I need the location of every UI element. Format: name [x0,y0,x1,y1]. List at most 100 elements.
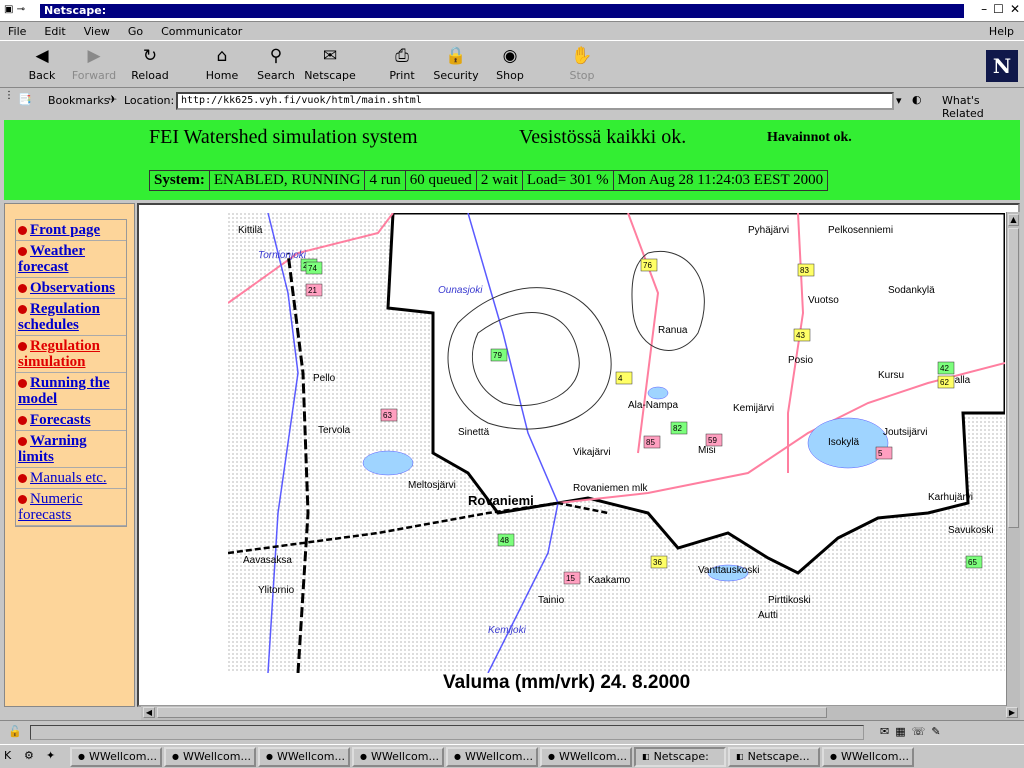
nav-link-front-page[interactable]: Front page [30,222,100,238]
station-code: 85 [646,438,655,447]
url-input[interactable]: http://kk625.vyh.fi/vuok/html/main.shtml [176,92,894,110]
station-code: 83 [800,266,809,275]
nav-link-weather-forecast[interactable]: Weather forecast [18,243,85,275]
maximize-icon[interactable]: ☐ [993,2,1004,16]
forward-arrow-icon: ▶ [87,46,101,66]
window-icon: ● [266,752,273,761]
home-button[interactable]: ⌂ Home [192,45,252,82]
system-cell: ENABLED, RUNNING [210,171,366,190]
stop-icon: ✋ [571,46,593,66]
scroll-right-icon[interactable]: ▶ [1006,707,1018,718]
menu-view[interactable]: View [84,25,110,38]
station-code: 63 [383,411,392,420]
taskbar-button[interactable]: ◧ Netscape: [634,746,726,767]
nav-item: Forecasts [16,410,126,431]
taskbar-label: WWellcom... [276,750,345,763]
taskbar-tool-icon[interactable]: ⚙ [24,749,34,762]
search-button[interactable]: ⚲ Search [246,45,306,82]
security-status-icon[interactable]: 🔓 [8,725,22,738]
netscape-button[interactable]: ✉ Netscape [300,45,360,82]
toolbar-label: Netscape [304,69,356,82]
map-place-label: Pyhäjärvi [748,225,789,236]
nav-link-observations[interactable]: Observations [30,280,115,296]
nav-link-regulation-simulation[interactable]: Regulation simulation [18,338,100,370]
back-arrow-icon: ◀ [35,46,49,66]
netscape-logo[interactable]: N [986,50,1018,82]
toolbar-label: Search [257,69,295,82]
whats-related-icon[interactable]: ◐ [912,93,922,106]
nav-link-warning-limits[interactable]: Warning limits [18,433,87,465]
back-button[interactable]: ◀ Back [12,45,72,82]
map-place-label: Vuotso [808,295,839,306]
toolbar-label: Shop [496,69,524,82]
window-icon: ● [172,752,179,761]
map-place-label: Pelkosenniemi [828,225,893,236]
system-status-table: System: ENABLED, RUNNING 4 run 60 queued 2 w… [149,170,829,191]
taskbar-button[interactable]: ● WWellcom... [70,746,162,767]
taskbar-button[interactable]: ◧ Netscape... [728,746,820,767]
scroll-left-icon[interactable]: ◀ [143,707,155,718]
taskbar-button[interactable]: ● WWellcom... [540,746,632,767]
taskbar-button[interactable]: ● WWellcom... [822,746,914,767]
system-cell: Mon Aug 28 11:24:03 EEST 2000 [617,172,824,188]
toolbar-label: Print [389,69,415,82]
horizontal-scrollbar[interactable]: ◀ ▶ [141,706,1020,720]
reload-button[interactable]: ↻ Reload [120,45,180,82]
menu-file[interactable]: File [8,25,26,38]
grip-icon[interactable]: ⋮ [4,90,14,101]
scroll-thumb[interactable] [1008,228,1019,528]
taskbar-k-icon[interactable]: K [4,749,11,762]
menu-edit[interactable]: Edit [44,25,65,38]
station-code: 42 [940,364,949,373]
component-bar-icons[interactable]: ✉▦☏✎ [880,725,947,738]
system-cell: 60 queued [406,171,477,190]
sidebar: Front page Weather forecast Observations Re… [4,203,135,707]
reload-icon: ↻ [142,46,158,66]
url-dropdown-icon[interactable]: ▾ [896,94,902,107]
menu-communicator[interactable]: Communicator [161,25,242,38]
nav-link-running-the-model[interactable]: Running the model [18,375,110,407]
map-place-label: Tainio [538,595,565,606]
minimize-icon[interactable]: – [981,2,987,16]
station-code: 48 [500,536,509,545]
taskbar-button[interactable]: ● WWellcom... [258,746,350,767]
window-icon: ● [548,752,555,761]
navigation-toolbar: ◀ Back ▶ Forward ↻ Reload ⌂ Home ⚲ Search ✉ Netscap… [0,40,1024,88]
map-place-label: Ranua [658,325,688,336]
toolbar-label: Home [205,69,239,82]
nav-item: Regulation schedules [16,299,126,336]
window-icon: ● [454,752,461,761]
bookmarks-icon[interactable]: 📑 [18,93,32,106]
shop-button[interactable]: ◉ Shop [480,45,540,82]
taskbar-label: WWellcom... [840,750,909,763]
nav-item: Regulation simulation [16,336,126,373]
station-code: 4 [618,374,623,383]
station-code: 21 [308,286,317,295]
bookmarks-button[interactable]: Bookmarks [48,94,109,107]
taskbar-star-icon[interactable]: ✦ [46,749,55,762]
stop-button[interactable]: ✋ Stop [552,45,612,82]
scroll-h-thumb[interactable] [157,707,827,718]
location-icon: ✈ [108,93,118,106]
scroll-up-icon[interactable]: ▲ [1008,214,1019,226]
nav-link-manuals-etc[interactable]: Manuals etc. [30,470,107,486]
whats-related-button[interactable]: What's Related [942,94,1024,120]
taskbar-button[interactable]: ● WWellcom... [164,746,256,767]
map-caption: Valuma (mm/vrk) 24. 8.2000 [443,672,691,693]
window-menu-icon[interactable]: ▣ ⊸ [4,4,25,15]
taskbar-button[interactable]: ● WWellcom... [352,746,444,767]
menu-go[interactable]: Go [128,25,143,38]
menu-help[interactable]: Help [989,25,1014,38]
taskbar-button[interactable]: ● WWellcom... [446,746,538,767]
nav-link-numeric-forecasts[interactable]: Numeric forecasts [18,491,82,523]
nav-link-forecasts[interactable]: Forecasts [30,412,91,428]
netscape-window-icon: ◧ [736,752,744,761]
forward-button[interactable]: ▶ Forward [64,45,124,82]
window-icon: ● [78,752,85,761]
nav-link-regulation-schedules[interactable]: Regulation schedules [18,301,100,333]
map-place-label: Vikajärvi [573,447,611,458]
vertical-scrollbar[interactable]: ▲ [1006,212,1020,706]
security-button[interactable]: 🔒 Security [426,45,486,82]
close-icon[interactable]: ✕ [1010,2,1020,16]
print-button[interactable]: ⎙ Print [372,45,432,82]
